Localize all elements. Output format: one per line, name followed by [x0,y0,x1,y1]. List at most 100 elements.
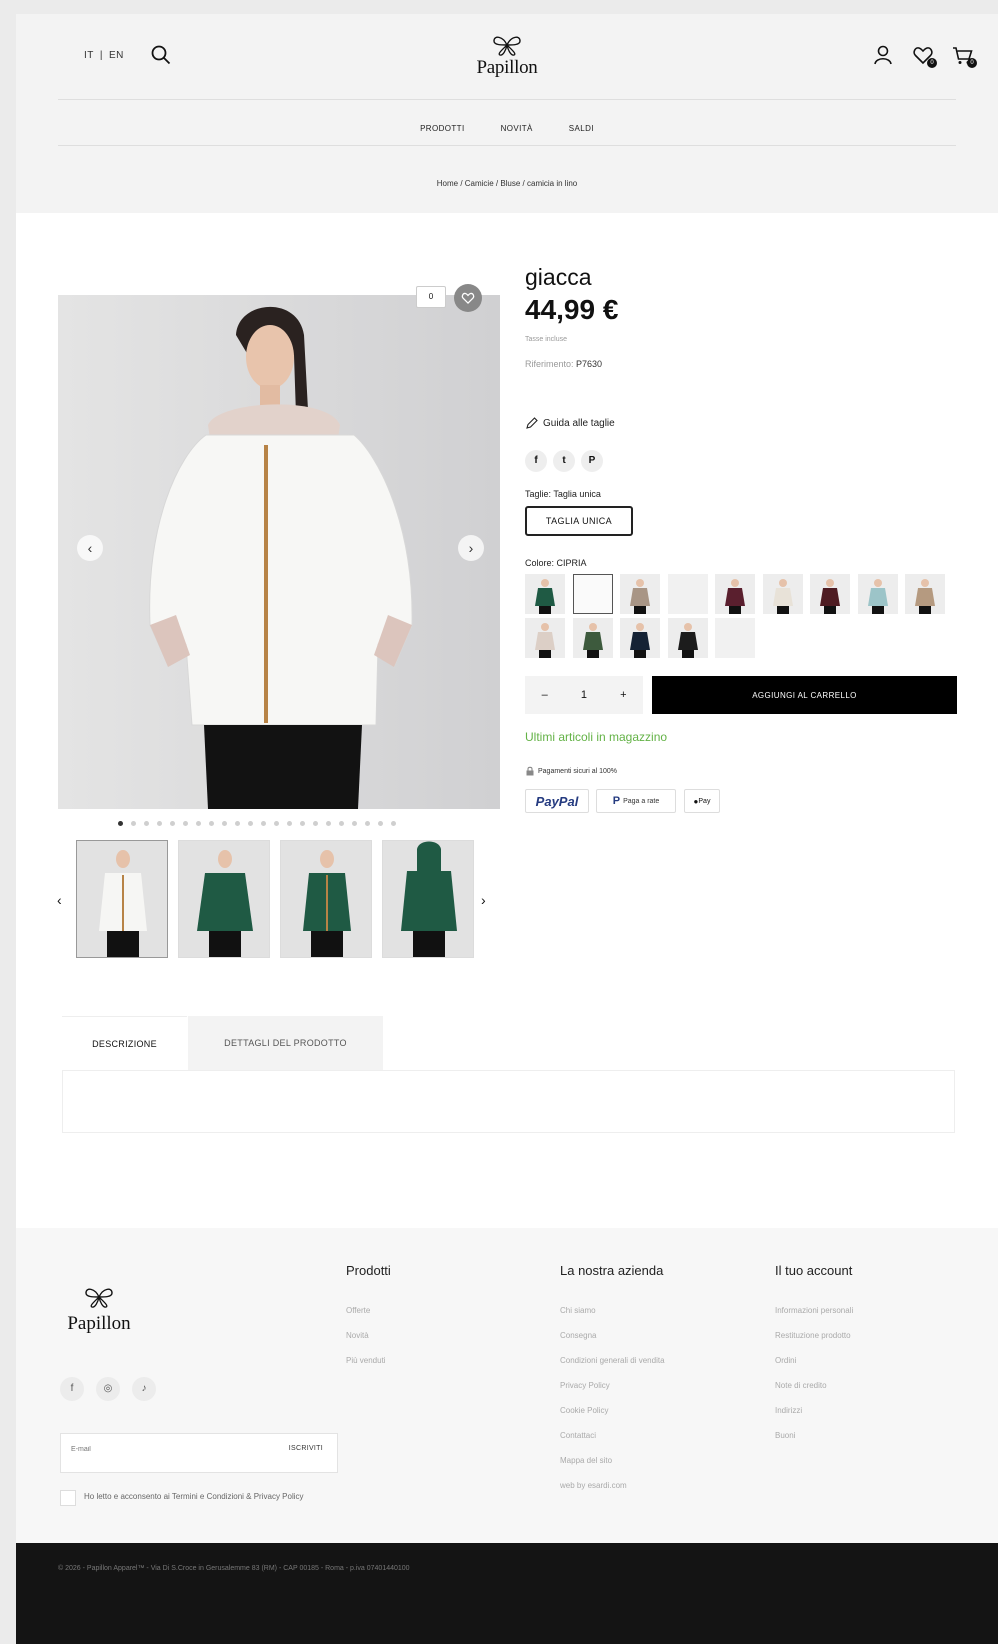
gallery-dot[interactable] [222,821,227,826]
size-guide-link[interactable]: Guida alle taglie [525,416,615,430]
thumbnail-green-front[interactable] [178,840,270,958]
thumbnail-green-back[interactable] [382,840,474,958]
gallery-dot[interactable] [339,821,344,826]
gallery-dot[interactable] [287,821,292,826]
footer-link[interactable]: Indirizzi [775,1406,853,1431]
pay-later-label: Paga a rate [623,797,660,805]
lang-en-link[interactable]: EN [109,50,124,61]
wishlist-button[interactable]: 0 [912,44,937,68]
color-swatch[interactable] [715,574,755,614]
pinterest-share-icon[interactable]: P [581,450,603,472]
color-swatch[interactable] [857,574,898,614]
footer-col-account-title: Il tuo account [775,1263,853,1278]
gallery-dot[interactable] [326,821,331,826]
footer-link[interactable]: web by esardi.com [560,1481,665,1506]
color-swatch[interactable] [620,618,660,658]
qty-plus-button[interactable]: + [613,689,633,701]
gallery-dot[interactable] [378,821,383,826]
thumbs-next-chevron-icon[interactable]: › [481,892,486,908]
color-swatch[interactable] [572,618,613,658]
color-swatch[interactable] [762,574,803,614]
footer-link[interactable]: Contattaci [560,1431,665,1456]
color-swatch[interactable] [667,618,708,658]
tab-product-details[interactable]: DETTAGLI DEL PRODOTTO [188,1016,383,1070]
site-footer: Papillon f ◎ ♪ ISCRIVITI Ho letto e acco… [16,1228,998,1543]
paypal-label: PayPal [535,793,579,809]
color-swatch[interactable] [620,574,660,614]
heart-icon [461,292,475,304]
thumbnail-green-side[interactable] [280,840,372,958]
gallery-next-button[interactable]: › [458,535,484,561]
footer-link[interactable]: Cookie Policy [560,1406,665,1431]
gallery-dot[interactable] [170,821,175,826]
search-icon[interactable] [150,44,172,66]
newsletter-email-input[interactable] [71,1446,251,1453]
site-logo[interactable]: Papillon [462,34,552,79]
color-swatch[interactable] [525,574,565,614]
footer-link[interactable]: Note di credito [775,1381,853,1406]
footer-link[interactable]: Offerte [346,1306,391,1331]
user-icon[interactable] [872,44,894,66]
gallery-dot[interactable] [183,821,188,826]
add-to-cart-button[interactable]: AGGIUNGI AL CARRELLO [652,676,957,714]
color-swatch[interactable] [525,618,565,658]
footer-link[interactable]: Consegna [560,1331,665,1356]
gallery-dot[interactable] [131,821,136,826]
footer-link[interactable]: Condizioni generali di vendita [560,1356,665,1381]
newsletter-subscribe-button[interactable]: ISCRIVITI [289,1445,323,1452]
footer-link[interactable]: Informazioni personali [775,1306,853,1331]
breadcrumb[interactable]: Home / Camicie / Bluse / camicia in lino [16,179,998,188]
gallery-dot[interactable] [196,821,201,826]
twitter-share-icon[interactable]: t [553,450,575,472]
qty-value[interactable]: 1 [574,689,594,701]
tab-description[interactable]: DESCRIZIONE [62,1016,187,1070]
nav-item-novita[interactable]: NOVITÀ [501,124,533,133]
nav-item-saldi[interactable]: SALDI [569,124,594,133]
footer-logo[interactable]: Papillon [62,1286,136,1335]
gallery-dot[interactable] [157,821,162,826]
secure-payment-note: Pagamenti sicuri al 100% [525,766,617,776]
footer-link[interactable]: Chi siamo [560,1306,665,1331]
lang-it-link[interactable]: IT [84,50,94,61]
color-swatch[interactable] [715,618,755,658]
gallery-dot[interactable] [352,821,357,826]
footer-link[interactable]: Privacy Policy [560,1381,665,1406]
facebook-share-icon[interactable]: f [525,450,547,472]
footer-link[interactable]: Ordini [775,1356,853,1381]
share-buttons: f t P [525,450,603,472]
gallery-dot[interactable] [235,821,240,826]
gallery-prev-button[interactable]: ‹ [77,535,103,561]
footer-link[interactable]: Buoni [775,1431,853,1456]
qty-minus-button[interactable]: – [535,689,555,701]
thumbnail-white[interactable] [76,840,168,958]
footer-link[interactable]: Restituzione prodotto [775,1331,853,1356]
cart-button[interactable]: 0 [952,44,977,68]
footer-link[interactable]: Mappa del sito [560,1456,665,1481]
gallery-dot[interactable] [248,821,253,826]
gallery-dot[interactable] [313,821,318,826]
gallery-dot[interactable] [391,821,396,826]
color-swatch[interactable] [810,574,850,614]
gallery-dot[interactable] [274,821,279,826]
gallery-dot[interactable] [118,821,123,826]
instagram-icon[interactable]: ◎ [96,1377,120,1401]
color-swatch[interactable] [905,574,945,614]
add-to-wishlist-button[interactable] [454,284,482,312]
product-main-image[interactable] [58,295,500,809]
gallery-dot[interactable] [144,821,149,826]
color-swatch[interactable] [667,574,708,614]
footer-link[interactable]: Novità [346,1331,391,1356]
nav-item-prodotti[interactable]: PRODOTTI [420,124,465,133]
gallery-dot[interactable] [261,821,266,826]
gallery-dot[interactable] [365,821,370,826]
reference-label: Riferimento: [525,359,574,369]
facebook-icon[interactable]: f [60,1377,84,1401]
footer-link[interactable]: Più venduti [346,1356,391,1381]
terms-checkbox[interactable] [60,1490,76,1506]
thumbs-prev-chevron-icon[interactable]: ‹ [57,892,62,908]
gallery-dot[interactable] [209,821,214,826]
color-swatch[interactable] [572,574,613,614]
tiktok-icon[interactable]: ♪ [132,1377,156,1401]
size-option-button[interactable]: TAGLIA UNICA [525,506,633,536]
gallery-dot[interactable] [300,821,305,826]
